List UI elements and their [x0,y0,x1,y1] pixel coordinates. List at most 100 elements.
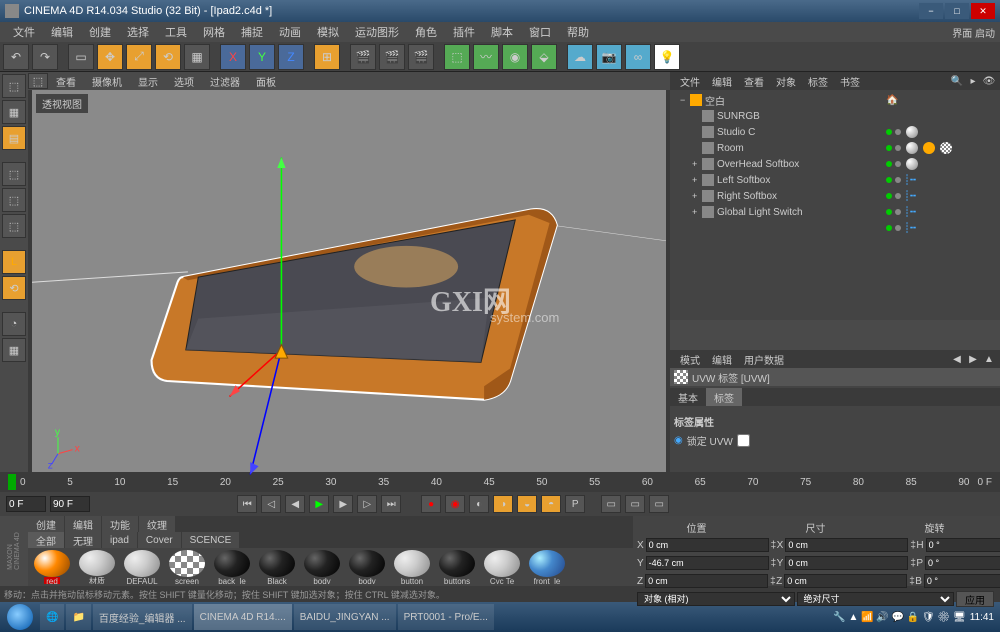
material-item[interactable]: 材质 [75,550,119,584]
view-icon[interactable]: 👁 [982,74,996,88]
material-item[interactable]: Black [255,550,299,584]
tree-item[interactable]: SUNRGB [672,108,878,124]
edge-mode[interactable]: ⬚ [2,188,26,212]
home-icon[interactable]: 🏠 [886,95,898,106]
object-tree[interactable]: −空白SUNRGBStudio CRoom+OverHead Softbox+L… [670,90,1000,320]
quicklaunch-ie[interactable]: 🌐 [40,604,64,630]
select-tool[interactable]: ▭ [68,44,94,70]
om-menu[interactable]: 编辑 [706,74,738,89]
taskbar-item[interactable]: 百度经验_编辑器 ... [93,604,192,630]
taskbar-item[interactable]: BAIDU_JINGYAN ... [294,604,396,630]
z-axis-toggle[interactable]: Z [278,44,304,70]
layout-selector[interactable]: 界面 启动 [952,25,995,40]
tree-item[interactable]: +Right Softbox [672,188,878,204]
viewport-tab[interactable]: 显示 [130,74,166,89]
menu-编辑[interactable]: 编辑 [43,24,81,40]
attr-menu[interactable]: 用户数据 [738,352,790,367]
menu-帮助[interactable]: 帮助 [559,24,597,40]
tree-item[interactable]: −空白 [672,92,878,108]
keymode2-button[interactable]: ▭ [625,495,645,513]
coord-pos-input[interactable] [645,574,768,588]
menu-选择[interactable]: 选择 [119,24,157,40]
mat-layer-tab[interactable]: 无理 [65,532,101,548]
tree-item[interactable]: Room [672,140,878,156]
polygon-mode[interactable]: ⬚ [2,214,26,238]
viewport-tab[interactable]: 过滤器 [202,74,248,89]
lock-uvw-checkbox[interactable] [737,434,750,447]
x-axis-toggle[interactable]: X [220,44,246,70]
key-scale-button[interactable]: ◑ [493,495,513,513]
axis-mode[interactable]: L [2,250,26,274]
coord-size-input[interactable] [784,574,907,588]
generator-button[interactable]: ◉ [502,44,528,70]
mat-layer-tab[interactable]: SCENCE [182,532,240,548]
timeline-playhead[interactable] [8,474,16,490]
coord-size-mode[interactable]: 绝对尺寸 [797,592,955,606]
attr-menu[interactable]: 编辑 [706,352,738,367]
environment-button[interactable]: ☁ [567,44,593,70]
coord-obj-mode[interactable]: 对象 (相对) [637,592,795,606]
tree-item[interactable]: Studio C [672,124,878,140]
tweak-mode[interactable]: ▦ [2,338,26,362]
mat-layer-tab[interactable]: Cover [138,532,181,548]
mat-layer-tab[interactable]: ipad [102,532,137,548]
maximize-button[interactable]: □ [945,3,969,19]
coord-rot-input[interactable] [925,556,1000,570]
keymode3-button[interactable]: ▭ [649,495,669,513]
start-button[interactable] [2,603,38,631]
goto-start-button[interactable]: ⏮ [237,495,257,513]
menu-运动图形[interactable]: 运动图形 [347,24,407,40]
coord-system-button[interactable]: ⊞ [314,44,340,70]
tab-basic[interactable]: 基本 [670,388,706,406]
keymode1-button[interactable]: ▭ [601,495,621,513]
last-tool[interactable]: ▦ [184,44,210,70]
rotate-tool[interactable]: ⟲ [155,44,181,70]
tree-item-visibility[interactable]: ┊╍ [882,188,998,204]
material-item[interactable]: screen [165,550,209,584]
record-button[interactable]: ● [421,495,441,513]
key-pla-button[interactable]: P [565,495,585,513]
mat-menu[interactable]: 编辑 [65,516,101,532]
material-item[interactable]: back_le [210,550,254,584]
key-param-button[interactable]: ◓ [541,495,561,513]
move-tool[interactable]: ✥ [97,44,123,70]
light-bulb-button[interactable]: 💡 [654,44,680,70]
coord-pos-input[interactable] [646,556,769,570]
menu-创建[interactable]: 创建 [81,24,119,40]
menu-模拟[interactable]: 模拟 [309,24,347,40]
scale-tool[interactable]: ⤢ [126,44,152,70]
mat-menu[interactable]: 功能 [102,516,138,532]
om-menu[interactable]: 查看 [738,74,770,89]
material-item[interactable]: DEFAUL [120,550,164,584]
system-tray[interactable]: 🔧 ▲ 📶 🔊 💬 🔒 🛡 ⚙ 🖥 11:41 [829,612,998,623]
menu-动画[interactable]: 动画 [271,24,309,40]
y-axis-toggle[interactable]: Y [249,44,275,70]
next-frame-button[interactable]: ▶ [333,495,353,513]
search-icon[interactable]: 🔍 [950,74,964,88]
apply-button[interactable]: 应用 [956,591,994,607]
menu-文件[interactable]: 文件 [5,24,43,40]
viewport-tab[interactable]: 摄像机 [84,74,130,89]
material-item[interactable]: body [345,550,389,584]
tree-item-visibility[interactable] [882,108,998,124]
workplane-mode[interactable]: ▤ [2,126,26,150]
material-item[interactable]: buttons [435,550,479,584]
menu-角色[interactable]: 角色 [407,24,445,40]
mat-layer-tab[interactable]: 全部 [28,532,64,548]
next-icon[interactable]: ▶ [966,352,980,366]
tab-tag[interactable]: 标签 [706,388,742,406]
tree-item-visibility[interactable] [882,156,998,172]
taskbar-item[interactable]: CINEMA 4D R14.... [194,604,292,630]
tree-item[interactable]: +Global Light Switch [672,204,878,220]
key-pos-button[interactable]: ◐ [469,495,489,513]
material-item[interactable]: front_le [525,550,569,584]
om-menu[interactable]: 文件 [674,74,706,89]
light-button[interactable]: ∞ [625,44,651,70]
coord-size-input[interactable] [785,556,908,570]
undo-button[interactable]: ↶ [3,44,29,70]
close-button[interactable]: ✕ [971,3,995,19]
viewport-tab[interactable]: 面板 [248,74,284,89]
menu-插件[interactable]: 插件 [445,24,483,40]
viewport-maximize-icon[interactable]: ⬚ [28,73,48,89]
tree-item-visibility[interactable]: ┊╍ [882,220,998,236]
